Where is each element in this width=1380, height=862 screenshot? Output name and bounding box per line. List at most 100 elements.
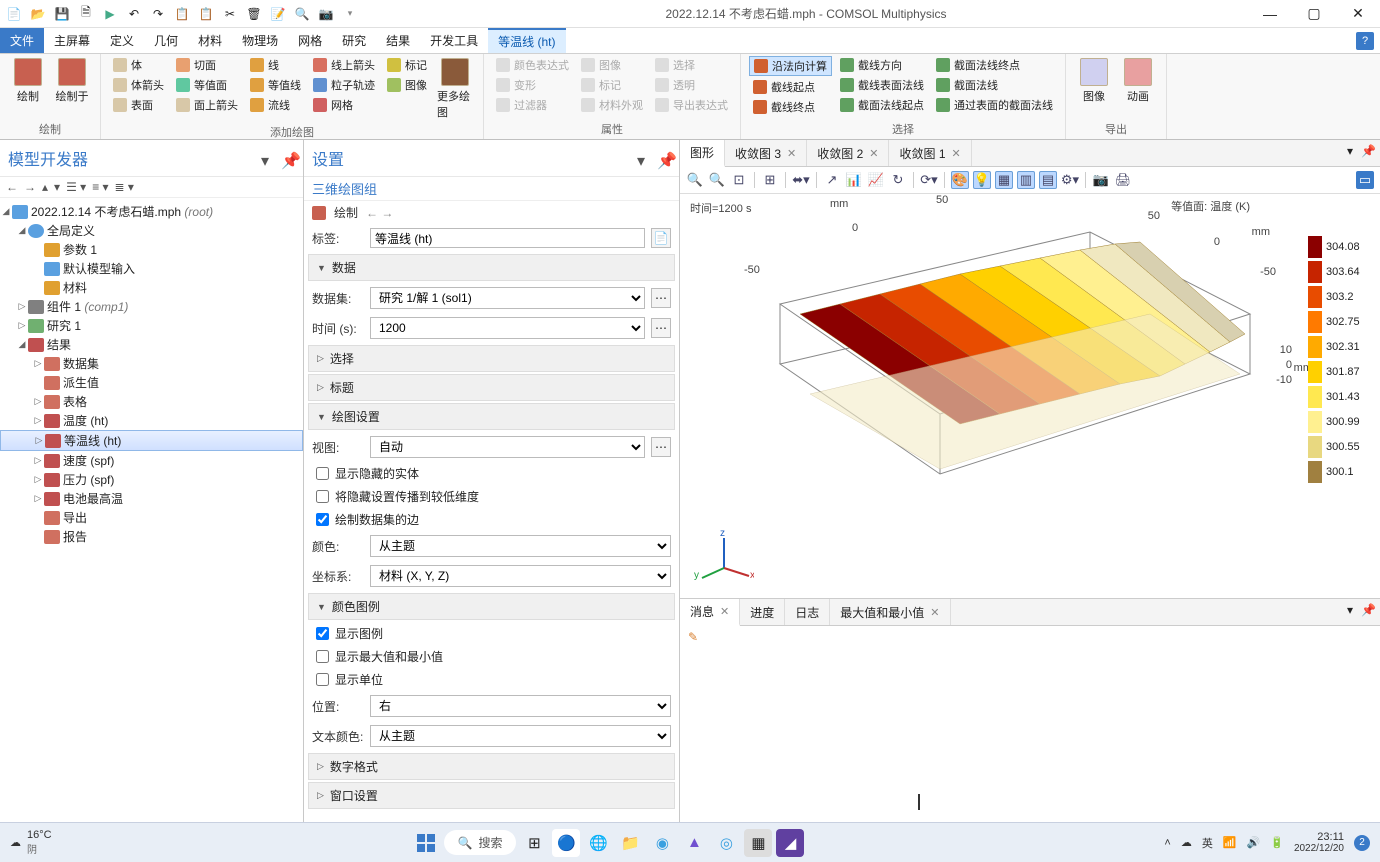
face-end-button[interactable]: 截面法线终点 (932, 56, 1057, 74)
grid-button[interactable]: 网格 (309, 96, 379, 114)
print-icon[interactable]: 🖨 (1114, 171, 1132, 189)
isoline-button[interactable]: 等值线 (246, 76, 305, 94)
zoom-box-icon[interactable]: ⊞ (761, 171, 779, 189)
messages-body[interactable]: ✎ (680, 626, 1380, 824)
zoom-in-icon[interactable]: 🔍 (686, 171, 704, 189)
maximize-button[interactable]: ▢ (1292, 0, 1336, 28)
chk-legend[interactable] (316, 627, 329, 640)
fullscreen-icon[interactable]: ▭ (1356, 171, 1374, 189)
tree-expand-icon[interactable]: ☰ ▾ (66, 180, 86, 194)
tree-comp1[interactable]: ▷组件 1 (comp1) (0, 297, 303, 316)
tree-export[interactable]: 导出 (0, 508, 303, 527)
tree-back-icon[interactable]: ← (6, 180, 18, 194)
through-surf-button[interactable]: 通过表面的截面法线 (932, 96, 1057, 114)
explorer-icon[interactable]: 📁 (616, 829, 644, 857)
time-select[interactable]: 1200 (370, 317, 645, 339)
tray-chevron-icon[interactable]: ˄ (1164, 837, 1170, 849)
tree-down-icon[interactable]: ▾ (54, 180, 60, 194)
tab-home[interactable]: 主屏幕 (44, 28, 100, 53)
surface-button[interactable]: 表面 (109, 96, 168, 114)
weather-widget[interactable]: ☁ 16°C阴 (10, 829, 52, 856)
ime-indicator[interactable]: 英 (1202, 835, 1213, 851)
tree-filter-icon[interactable]: ≣ ▾ (115, 180, 134, 194)
tab-geometry[interactable]: 几何 (144, 28, 188, 53)
time-ext-button[interactable]: ⋯ (651, 318, 671, 338)
gotoxy-icon[interactable]: ↗ (823, 171, 841, 189)
tab-log[interactable]: 日志 (785, 599, 830, 625)
gtabs-pin-icon[interactable]: 📌 (1357, 140, 1380, 166)
body-button[interactable]: 体 (109, 56, 168, 74)
tab-conv1[interactable]: 收敛图 1✕ (889, 140, 971, 166)
export-image-button[interactable]: 图像 (1074, 56, 1114, 106)
new-icon[interactable]: 📄 (6, 6, 22, 22)
orbit-icon[interactable]: ↻ (889, 171, 907, 189)
view-ext-button[interactable]: ⋯ (651, 437, 671, 457)
prop-icon[interactable]: 📝 (270, 6, 286, 22)
section-window[interactable]: ▷窗口设置 (308, 782, 675, 809)
task-view-icon[interactable]: ⊞ (520, 829, 548, 857)
tree-tables[interactable]: ▷表格 (0, 392, 303, 411)
along-normal-button[interactable]: 沿法向计算 (749, 56, 832, 76)
settings-menu-icon[interactable]: ▾ (637, 151, 651, 165)
face-normal-button[interactable]: 截面法线 (932, 76, 1057, 94)
line-button[interactable]: 线 (246, 56, 305, 74)
close-icon[interactable]: ✕ (952, 147, 961, 160)
model-tree[interactable]: ◢2022.12.14 不考虑石蜡.mph (root) ◢全局定义 参数 1 … (0, 198, 303, 824)
zoom-extents-icon[interactable]: ⊡ (730, 171, 748, 189)
plotin-button[interactable]: 绘制于 (52, 56, 92, 106)
chk-minmax[interactable] (316, 650, 329, 663)
edge-icon[interactable]: 🌐 (584, 829, 612, 857)
pos-select[interactable]: 右 (370, 695, 671, 717)
notification-badge[interactable]: 2 (1354, 835, 1370, 851)
label-input[interactable] (370, 228, 645, 248)
tab-minmax[interactable]: 最大值和最小值✕ (830, 599, 950, 625)
tab-messages[interactable]: 消息✕ (680, 599, 740, 626)
settings-pin-icon[interactable]: 📌 (657, 151, 671, 165)
tree-battmax[interactable]: ▷电池最高温 (0, 489, 303, 508)
battery-icon[interactable]: 🔋 (1270, 836, 1284, 849)
tree-params[interactable]: 参数 1 (0, 240, 303, 259)
linearrow-button[interactable]: 线上箭头 (309, 56, 379, 74)
panel-pin-icon[interactable]: 📌 (281, 151, 295, 165)
plot-3d-view[interactable]: 时间=1200 s mm 50 0 -50 等值面: 温度 (K) 50 -50… (680, 194, 1380, 598)
tab-file[interactable]: 文件 (0, 28, 44, 53)
label-ext-button[interactable]: 📄 (651, 228, 671, 248)
tree-up-icon[interactable]: ▴ (42, 180, 48, 194)
tab-study[interactable]: 研究 (332, 28, 376, 53)
line-dir-button[interactable]: 截线方向 (836, 56, 928, 74)
surfarrow-button[interactable]: 面上箭头 (172, 96, 242, 114)
tab-mesh[interactable]: 网格 (288, 28, 332, 53)
find-icon[interactable]: 🔍 (294, 6, 310, 22)
zoom-out-icon[interactable]: 🔍 (708, 171, 726, 189)
panel-menu-icon[interactable]: ▾ (261, 151, 275, 165)
tree-velocity[interactable]: ▷速度 (spf) (0, 451, 303, 470)
chk-unit[interactable] (316, 673, 329, 686)
moreplots-button[interactable]: 更多绘图 (435, 56, 475, 122)
saveas-icon[interactable]: 🗎 (78, 6, 94, 22)
comsol-icon[interactable]: ▦ (744, 829, 772, 857)
settings-plot-button[interactable]: 绘制 (334, 204, 358, 221)
onedrive-icon[interactable]: ☁ (1181, 836, 1192, 849)
screenshot-icon[interactable]: 📷 (318, 6, 334, 22)
txtcol-select[interactable]: 从主题 (370, 725, 671, 747)
close-button[interactable]: ✕ (1336, 0, 1380, 28)
tree-results[interactable]: ◢结果 (0, 335, 303, 354)
tab-physics[interactable]: 物理场 (232, 28, 288, 53)
chk-propagate[interactable] (316, 490, 329, 503)
task-app1-icon[interactable]: 🔵 (552, 829, 580, 857)
system-tray[interactable]: ˄ ☁ 英 📶 🔊 🔋 23:112022/12/20 2 (1164, 831, 1370, 854)
wifi-icon[interactable]: 📶 (1223, 836, 1237, 849)
msgs-pin-icon[interactable]: 📌 (1357, 599, 1380, 625)
export-anim-button[interactable]: 动画 (1118, 56, 1158, 106)
iso-button[interactable]: 等值面 (172, 76, 242, 94)
close-icon[interactable]: ✕ (930, 606, 939, 619)
open-icon[interactable]: 📂 (30, 6, 46, 22)
task-app3-icon[interactable]: ▲ (680, 829, 708, 857)
redo-icon[interactable]: ↷ (150, 6, 166, 22)
chk-edges[interactable] (316, 513, 329, 526)
dataset-ext-button[interactable]: ⋯ (651, 288, 671, 308)
bodyarrow-button[interactable]: 体箭头 (109, 76, 168, 94)
tree-fwd-icon[interactable]: → (24, 180, 36, 194)
settings-nav-arrows[interactable]: ← → (366, 206, 393, 220)
plot-button[interactable]: 绘制 (8, 56, 48, 106)
